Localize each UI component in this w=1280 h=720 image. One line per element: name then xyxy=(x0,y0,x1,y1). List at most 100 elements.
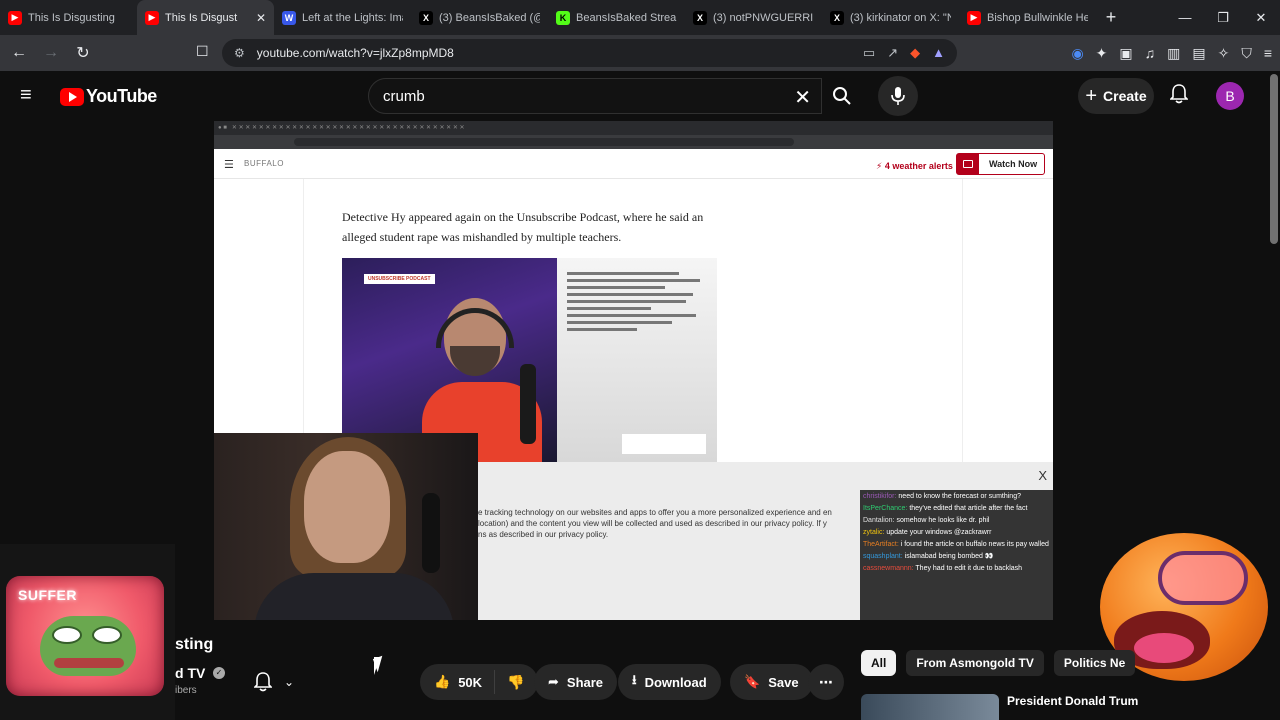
subscription-bell-button[interactable]: ⌄ xyxy=(248,664,308,700)
recommended-video[interactable]: President Donald Trum xyxy=(861,692,1280,720)
sidebar-icon[interactable]: ▥ xyxy=(1167,45,1180,62)
chat-text: They had to edit it due to backlash xyxy=(915,565,1023,572)
youtube-icon: ▶ xyxy=(967,10,981,25)
chat-username: cassnewmannn: xyxy=(863,565,916,572)
embed-caption-box xyxy=(622,434,706,454)
download-button[interactable]: ⭳ Download xyxy=(618,664,721,700)
extensions-icon[interactable]: ✦ xyxy=(1096,45,1108,62)
close-tab-icon[interactable]: ✕ xyxy=(256,11,266,25)
video-title: sting xyxy=(175,636,214,653)
brave-rewards-icon[interactable]: ▲ xyxy=(932,45,945,61)
tab-title: This Is Disgusting xyxy=(28,11,115,24)
watch-now-button: Watch Now xyxy=(956,153,1045,175)
chat-message: ItsPerChance: they've edited that articl… xyxy=(863,504,1050,513)
wallet-icon[interactable]: ▤ xyxy=(1192,45,1205,62)
share-page-icon[interactable]: ↗ xyxy=(887,45,898,61)
like-dislike-group: 👍 50K 👎 xyxy=(420,664,539,700)
browser-tab[interactable]: ▶ This Is Disgust ✕ xyxy=(137,0,274,35)
browser-tab[interactable]: X (3) notPNWGUERRILL xyxy=(685,0,822,35)
voice-search-button[interactable] xyxy=(878,76,918,116)
browser-tab-bar: ▶ This Is Disgusting ▶ This Is Disgust ✕ W Lef… xyxy=(0,0,1280,35)
x-icon: X xyxy=(830,10,844,25)
forward-button[interactable]: → xyxy=(38,44,64,62)
tab-title: (3) kirkinator on X: "N xyxy=(850,11,951,24)
save-button[interactable]: 🔖 Save xyxy=(730,664,813,700)
bookmark-icon[interactable]: ☐ xyxy=(196,43,209,60)
cookie-close-icon: X xyxy=(1038,468,1047,483)
video-inner-tabstrip: ● ■ ✕ ✕ ✕ ✕ ✕ ✕ ✕ ✕ ✕ ✕ ✕ ✕ ✕ ✕ ✕ ✕ ✕ ✕ … xyxy=(214,121,1053,135)
leo-icon[interactable]: ✧ xyxy=(1218,45,1230,62)
browser-tab[interactable]: X (3) BeansIsBaked (@B xyxy=(411,0,548,35)
page-scrollbar[interactable] xyxy=(1270,74,1278,244)
chat-username: Dantalion: xyxy=(863,517,897,524)
reload-button[interactable]: ↻ xyxy=(70,43,96,63)
youtube-icon: ▶ xyxy=(8,10,22,25)
browser-tab[interactable]: W Left at the Lights: Ima xyxy=(274,0,411,35)
media-icon[interactable]: ♫ xyxy=(1145,45,1156,61)
url-text: youtube.com/watch?v=jlxZp8mpMD8 xyxy=(256,46,454,60)
search-input[interactable]: crumb ✕ xyxy=(368,78,822,114)
rec-title[interactable]: President Donald Trum xyxy=(1007,694,1267,709)
podcast-frame: UNSUBSCRIBE PODCAST xyxy=(342,258,557,462)
chat-text: update your windows @zackrawrr xyxy=(886,529,992,536)
more-actions-button[interactable]: ⋯ xyxy=(808,664,844,700)
close-window-button[interactable]: ✕ xyxy=(1242,0,1280,35)
chat-username: ItsPerChance: xyxy=(863,505,910,512)
cast-icon[interactable]: ▭ xyxy=(863,45,875,61)
filter-chip[interactable]: From Asmongold TV xyxy=(906,650,1044,676)
download-label: Download xyxy=(644,674,707,690)
save-label: Save xyxy=(768,674,799,690)
browser-tab[interactable]: ▶ This Is Disgusting xyxy=(0,0,137,35)
chat-username: squashplant: xyxy=(863,553,905,560)
tab-title: Bishop Bullwinkle Hel xyxy=(987,11,1088,24)
create-label: Create xyxy=(1103,88,1147,104)
podcast-tag: UNSUBSCRIBE PODCAST xyxy=(364,274,435,284)
wordpress-icon: W xyxy=(282,10,296,25)
clear-search-icon[interactable]: ✕ xyxy=(794,85,811,110)
guide-menu-icon[interactable]: ≡ xyxy=(20,85,40,105)
share-icon: ➦ xyxy=(548,674,559,689)
chat-text: somehow he looks like dr. phil xyxy=(896,517,990,524)
rec-thumbnail[interactable] xyxy=(861,694,999,720)
news-logo: BUFFALO xyxy=(244,159,284,168)
site-info-icon[interactable]: ⚙ xyxy=(234,46,245,60)
like-button[interactable]: 👍 50K xyxy=(420,670,496,694)
screenshot-icon[interactable]: ▣ xyxy=(1119,45,1132,62)
brave-shield-icon[interactable]: ◆ xyxy=(910,45,920,61)
youtube-logo[interactable]: YouTube xyxy=(60,86,157,107)
create-button[interactable]: + Create xyxy=(1078,78,1154,114)
save-icon: 🔖 xyxy=(744,674,761,689)
channel-name[interactable]: d TV xyxy=(175,665,205,681)
restore-button[interactable]: ❐ xyxy=(1204,0,1242,35)
dislike-button[interactable]: 👎 xyxy=(495,674,538,691)
download-icon: ⭳ xyxy=(632,672,637,687)
share-button[interactable]: ➦ Share xyxy=(534,664,618,700)
vpn-shield-icon[interactable]: ⛉ xyxy=(1241,45,1252,62)
chat-message: Dantalion: somehow he looks like dr. phi… xyxy=(863,516,1050,525)
chat-message: zytalic: update your windows @zackrawrr xyxy=(863,528,1050,537)
video-player[interactable]: ● ■ ✕ ✕ ✕ ✕ ✕ ✕ ✕ ✕ ✕ ✕ ✕ ✕ ✕ ✕ ✕ ✕ ✕ ✕ … xyxy=(214,121,1053,620)
address-bar-icons: ▭ ↗ ◆ ▲ xyxy=(863,45,945,61)
vpn-icon[interactable]: ◉ xyxy=(1071,45,1083,62)
minimize-button[interactable]: — xyxy=(1166,0,1204,35)
account-avatar[interactable]: B xyxy=(1216,82,1244,110)
address-bar[interactable]: ⚙ youtube.com/watch?v=jlxZp8mpMD8 ▭ ↗ ◆ … xyxy=(222,39,957,67)
filter-chip[interactable]: Politics Ne xyxy=(1053,650,1136,676)
new-tab-button[interactable]: + xyxy=(1096,7,1126,28)
search-button[interactable] xyxy=(822,78,862,114)
youtube-header: ≡ YouTube crumb ✕ + Create B xyxy=(0,71,1280,121)
chat-text: they've edited that article after the fa… xyxy=(909,505,1028,512)
more-icon: ⋯ xyxy=(819,673,833,690)
browser-tab[interactable]: X (3) kirkinator on X: "N xyxy=(822,0,959,35)
chat-text: need to know the forecast or sumthing? xyxy=(898,493,1021,500)
browser-tab[interactable]: ▶ Bishop Bullwinkle Hel xyxy=(959,0,1096,35)
browser-tab[interactable]: K BeansIsBaked Stream xyxy=(548,0,685,35)
tab-title: Left at the Lights: Ima xyxy=(302,11,403,24)
filter-chip[interactable]: All xyxy=(861,650,897,676)
browser-menu-icon[interactable]: ≡ xyxy=(1264,45,1272,61)
mouse-cursor-icon xyxy=(374,657,386,675)
notifications-button[interactable] xyxy=(1169,84,1189,109)
share-label: Share xyxy=(566,674,604,690)
back-button[interactable]: ← xyxy=(6,44,32,62)
recommendation-chips: All From Asmongold TV Politics Ne xyxy=(861,650,1136,676)
